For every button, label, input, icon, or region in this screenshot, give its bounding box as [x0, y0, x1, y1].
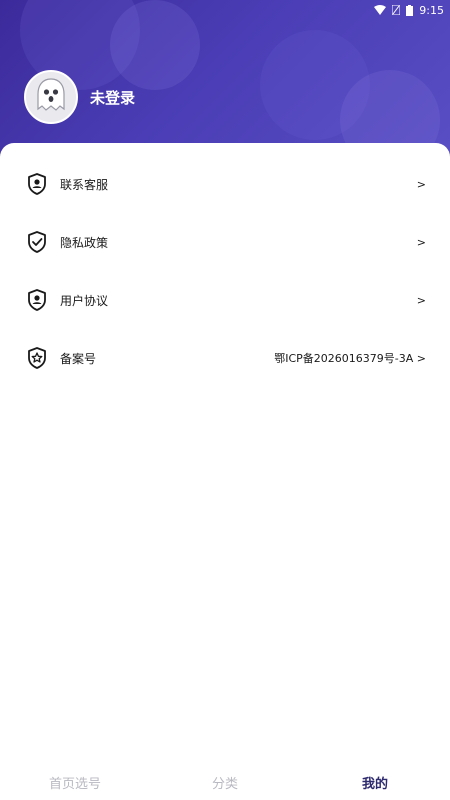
tab-home-number-selection[interactable]: 首页选号 — [0, 764, 150, 800]
chevron-right: > — [416, 177, 426, 191]
wifi-icon — [374, 5, 387, 15]
menu-item-privacy-policy[interactable]: 隐私政策 > — [0, 222, 450, 262]
ghost-icon — [34, 77, 68, 117]
shield-star-icon — [26, 347, 48, 369]
screen: 9:15 未登录 联系客服 > 隐私政策 > 用户协议 > 备案号 鄂ICP备2… — [0, 0, 450, 800]
profile[interactable]: 未登录 — [24, 70, 135, 124]
menu-item-label: 备案号 — [60, 351, 97, 366]
menu-item-label: 隐私政策 — [60, 235, 109, 250]
battery-icon — [406, 4, 414, 16]
chevron-right: > — [416, 293, 426, 307]
menu-item-label: 联系客服 — [60, 177, 109, 192]
signal-icon — [392, 5, 401, 15]
icp-record-number: 鄂ICP备2026016379号-3A > — [274, 352, 426, 365]
bottom-navigation: 首页选号 分类 我的 — [0, 764, 450, 800]
menu-item-icp-record[interactable]: 备案号 鄂ICP备2026016379号-3A > — [0, 338, 450, 378]
status-bar: 9:15 — [374, 0, 444, 20]
shield-user-icon — [26, 173, 48, 195]
shield-user-icon — [26, 289, 48, 311]
status-time: 9:15 — [419, 3, 444, 17]
menu-item-contact-service[interactable]: 联系客服 > — [0, 164, 450, 204]
settings-card: 联系客服 > 隐私政策 > 用户协议 > 备案号 鄂ICP备2026016379… — [0, 143, 450, 800]
shield-check-icon — [26, 231, 48, 253]
chevron-right: > — [416, 235, 426, 249]
menu-item-label: 用户协议 — [60, 293, 109, 308]
tab-mine[interactable]: 我的 — [300, 764, 450, 800]
tab-category[interactable]: 分类 — [150, 764, 300, 800]
avatar[interactable] — [24, 70, 78, 124]
menu-item-user-agreement[interactable]: 用户协议 > — [0, 280, 450, 320]
login-status-text[interactable]: 未登录 — [90, 87, 135, 108]
